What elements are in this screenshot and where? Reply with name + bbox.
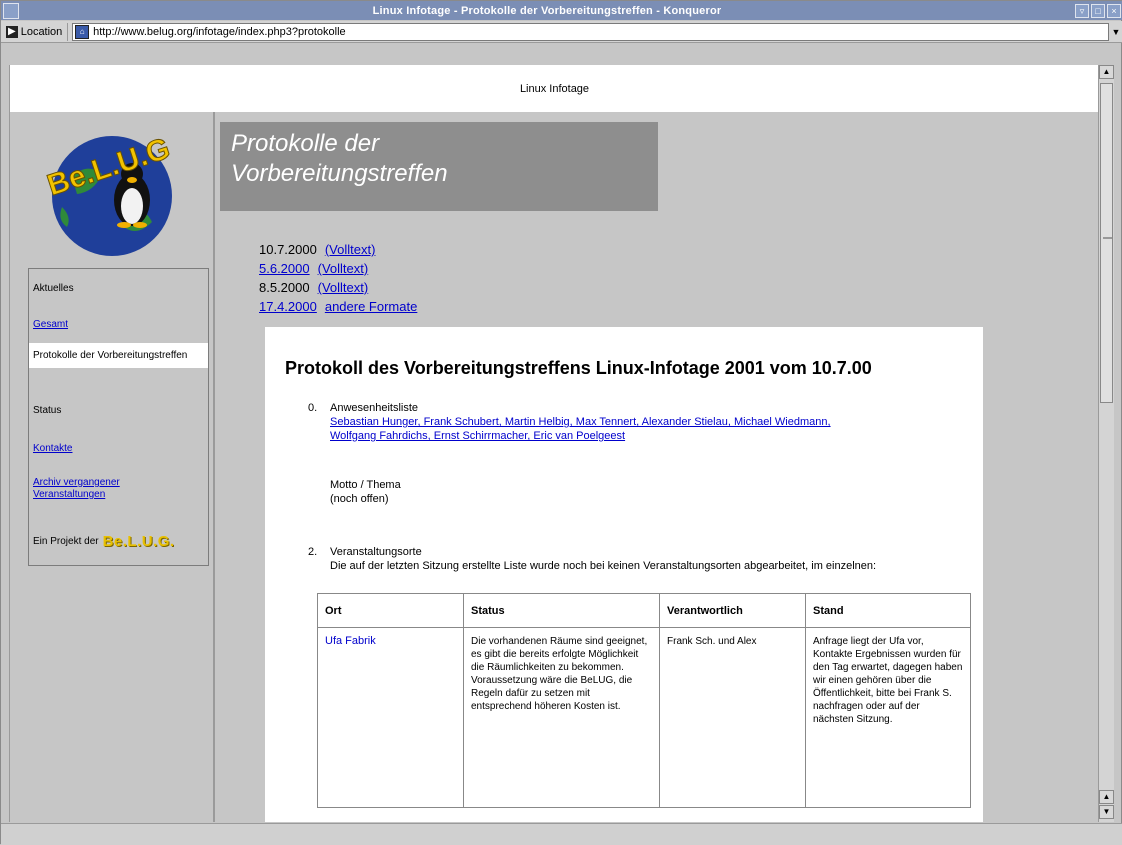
cell-verantwortlich: Frank Sch. und Alex (659, 627, 806, 808)
banner-line-1: Protokolle der (231, 130, 380, 157)
thumb-grip (1103, 237, 1112, 239)
date-format-link[interactable]: (Volltext) (318, 259, 369, 278)
venue-table: Ort Status Verantwortlich Stand Ufa Fabr… (317, 593, 971, 808)
location-arrow-icon: ▶ (6, 25, 18, 38)
section-attendance: 0. Anwesenheitsliste Sebastian Hunger, F… (308, 401, 970, 443)
url-input[interactable] (93, 25, 1108, 38)
location-label: ▶ Location (1, 22, 69, 41)
close-button[interactable]: × (1107, 3, 1121, 18)
vertical-scrollbar[interactable]: ▲ ▲ ▼ (1098, 65, 1114, 822)
column-header: Status (463, 593, 660, 628)
table-row: Ufa Fabrik Die vorhandenen Räume sind ge… (317, 627, 971, 808)
venue-link[interactable]: Ufa Fabrik (325, 635, 376, 647)
column-header: Ort (317, 593, 464, 628)
section-heading: Motto / Thema (330, 479, 401, 491)
url-field[interactable]: ⌂ (72, 22, 1109, 41)
sponsor-line: Ein Projekt der Be.L.U.G. (33, 533, 175, 550)
page-icon: ⌂ (75, 24, 90, 39)
table-header-row: Ort Status Verantwortlich Stand (317, 593, 971, 628)
window-menu-icon[interactable] (3, 2, 19, 19)
url-dropdown-icon[interactable]: ▼ (1109, 23, 1122, 41)
section-number: 0. (308, 402, 318, 414)
title-bar: Linux Infotage - Protokolle der Vorberei… (1, 1, 1122, 20)
section-text: Die auf der letzten Sitzung erstellte Li… (330, 560, 877, 572)
scroll-thumb[interactable] (1100, 83, 1113, 403)
nav-item-gesamt[interactable]: Gesamt (33, 319, 68, 330)
date-row: 5.6.2000 (Volltext) (259, 259, 417, 278)
nav-item-archiv[interactable]: Archiv vergangener Veranstaltungen (33, 477, 163, 501)
column-header: Verantwortlich (659, 593, 806, 628)
browser-window: Linux Infotage - Protokolle der Vorberei… (0, 0, 1122, 845)
date-link[interactable]: 17.4.2000 (259, 297, 317, 316)
sidebar: Be.L.U.G Aktuelles Gesamt Protokolle der… (10, 112, 215, 822)
date-row: 8.5.2000 (Volltext) (259, 278, 417, 297)
cell-stand: Anfrage liegt der Ufa vor, Kontakte Erge… (805, 627, 971, 808)
cell-ort: Ufa Fabrik (317, 627, 464, 808)
date-label: 10.7.2000 (259, 242, 317, 257)
nav-item-kontakte[interactable]: Kontakte (33, 443, 72, 454)
window-title: Linux Infotage - Protokolle der Vorberei… (372, 4, 722, 17)
sponsor-logo[interactable]: Be.L.U.G. (103, 533, 175, 550)
section-motto: Motto / Thema (noch offen) (330, 478, 401, 506)
date-format-link[interactable]: (Volltext) (325, 240, 376, 259)
nav-item-protokolle[interactable]: Protokolle der Vorbereitungstreffen (29, 343, 208, 368)
date-format-link[interactable]: andere Formate (325, 297, 418, 316)
banner-line-2: Vorbereitungstreffen (231, 160, 448, 187)
column-header: Stand (805, 593, 971, 628)
section-heading: Anwesenheitsliste (330, 402, 419, 414)
date-link[interactable]: 5.6.2000 (259, 259, 310, 278)
date-format-link[interactable]: (Volltext) (318, 278, 369, 297)
section-text: (noch offen) (330, 493, 389, 505)
section-venues: 2. Veranstaltungsorte Die auf der letzte… (308, 545, 970, 573)
scroll-up-icon[interactable]: ▲ (1099, 65, 1114, 79)
nav-item-status[interactable]: Status (33, 405, 61, 416)
nav-item-aktuelles[interactable]: Aktuelles (33, 283, 74, 294)
protocol-title: Protokoll des Vorbereitungstreffens Linu… (285, 358, 872, 378)
sponsor-label: Ein Projekt der (33, 536, 99, 547)
section-heading: Veranstaltungsorte (330, 546, 422, 558)
date-label: 8.5.2000 (259, 280, 310, 295)
nav-box: Aktuelles Gesamt Protokolle der Vorberei… (28, 268, 209, 566)
belug-logo: Be.L.U.G (43, 131, 174, 256)
location-bar: ▶ Location ⌂ ▼ (1, 21, 1122, 43)
scroll-down-icon[interactable]: ▼ (1099, 805, 1114, 819)
date-row: 10.7.2000 (Volltext) (259, 240, 417, 259)
minimize-button[interactable]: ▿ (1075, 3, 1089, 18)
cell-status: Die vorhandenen Räume sind geeignet, es … (463, 627, 660, 808)
section-number: 2. (308, 546, 318, 558)
site-header: Linux Infotage (10, 65, 1098, 112)
protocol-date-list: 10.7.2000 (Volltext) 5.6.2000 (Volltext)… (259, 240, 417, 316)
page-banner: Protokolle der Vorbereitungstreffen (220, 122, 658, 211)
maximize-button[interactable]: □ (1091, 3, 1105, 18)
protocol-content: Protokoll des Vorbereitungstreffens Linu… (265, 327, 983, 822)
attendee-list-link[interactable]: Wolfgang Fahrdichs, Ernst Schirrmacher, … (330, 430, 625, 442)
attendee-list-link[interactable]: Sebastian Hunger, Frank Schubert, Martin… (330, 416, 831, 428)
date-row: 17.4.2000 andere Formate (259, 297, 417, 316)
scroll-up-icon[interactable]: ▲ (1099, 790, 1114, 804)
page-viewport: Linux Infotage Be.L.U.G Aktuelles Gesamt… (9, 65, 1098, 822)
site-header-title: Linux Infotage (519, 82, 590, 95)
status-bar (1, 823, 1122, 845)
